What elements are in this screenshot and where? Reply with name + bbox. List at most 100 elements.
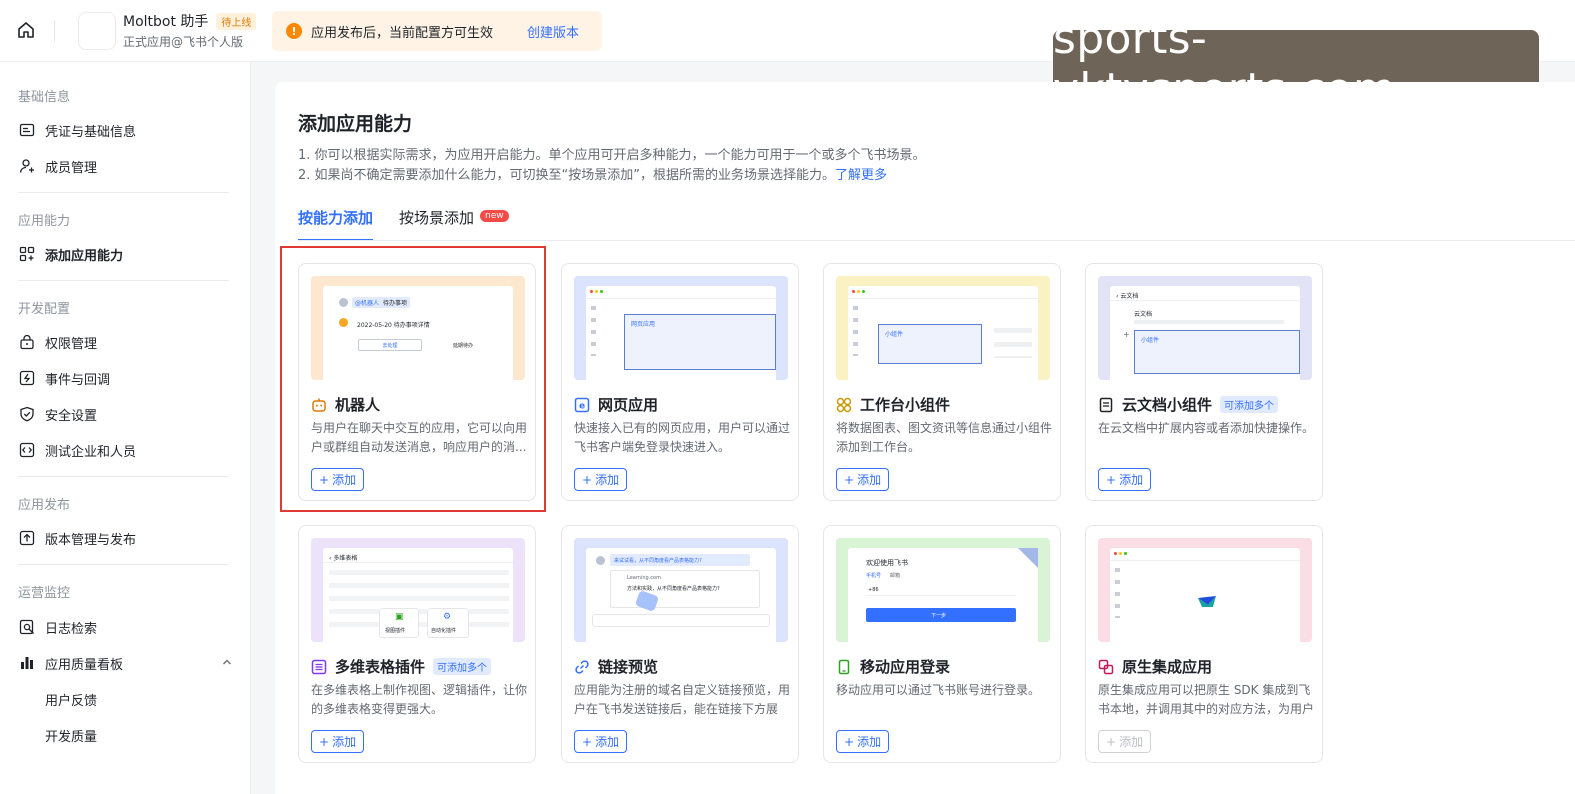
automation-plugin-tile: ⚙ 自动化插件 <box>427 608 469 638</box>
capability-card-workplace-widget[interactable]: 小组件 工作台小组件 将数据图表、图文资讯等信息通过小组件添加到工作台。 + 添加 <box>823 263 1061 501</box>
frame-label: 小组件 <box>1141 337 1160 344</box>
card-description: 将数据图表、图文资讯等信息通过小组件添加到工作台。 <box>836 421 1052 454</box>
app-subtitle: 正式应用@飞书个人版 <box>123 35 244 49</box>
tab-bar: 按能力添加 按场景添加 new <box>298 207 509 241</box>
preview-image: 来试试看，从不同角度看产品表格能力? Learning.com 方法和实践，从不… <box>574 538 788 642</box>
add-widget-button[interactable]: + 添加 <box>836 468 890 491</box>
section-title-release: 应用发布 <box>18 498 71 513</box>
side-icons <box>853 306 858 356</box>
message-text: 来试试看，从不同角度看产品表格能力? <box>614 558 702 564</box>
preview-window: 小组件 <box>848 286 1038 380</box>
sidebar-item-user-feedback[interactable]: 用户反馈 <box>45 687 260 711</box>
sidebar-item-label: 测试企业和人员 <box>45 444 137 460</box>
sidebar-item-label: 安全设置 <box>45 408 98 424</box>
next-button: 下一步 <box>866 608 1016 622</box>
create-version-link[interactable]: 创建版本 <box>527 22 579 41</box>
sidebar-item-security[interactable]: 安全设置 <box>18 402 233 426</box>
home-icon[interactable] <box>14 18 38 42</box>
description-line-1: 1. 你可以根据实际需求，为应用开启能力。单个应用可开启多种能力，一个能力可用于… <box>298 148 926 163</box>
mention-chip: @机器人 待办事项 <box>352 297 411 308</box>
sidebar-item-label: 应用质量看板 <box>45 657 124 673</box>
plus-icon: + <box>582 734 593 749</box>
card-title: 工作台小组件 <box>836 394 950 415</box>
frame-label: 小组件 <box>885 331 904 338</box>
lock-icon <box>18 333 36 351</box>
link-icon <box>574 659 590 675</box>
capability-card-link-preview[interactable]: 来试试看，从不同角度看产品表格能力? Learning.com 方法和实践，从不… <box>561 525 799 763</box>
card-description: 原生集成应用可以把原生 SDK 集成到飞书本地，并调用其中的对应方法，为用户提.… <box>1098 683 1314 716</box>
avatar <box>339 298 348 307</box>
code-icon <box>18 441 36 459</box>
widget-frame: 小组件 <box>878 324 982 364</box>
add-mobile-login-button[interactable]: + 添加 <box>836 730 890 753</box>
avatar <box>596 556 605 565</box>
add-label: 添加 <box>1119 735 1144 749</box>
app-title: Moltbot 助手 待上线 <box>123 11 257 31</box>
handle-button: 去处理 <box>358 339 422 351</box>
preview-window: 来试试看，从不同角度看产品表格能力? Learning.com 方法和实践，从不… <box>586 548 776 642</box>
sidebar-item-members[interactable]: 成员管理 <box>18 154 233 178</box>
card-title-text: 云文档小组件 <box>1122 396 1213 414</box>
card-description: 应用能为注册的域名自定义链接预览，用户在飞书发送链接后，能在链接下方展示... <box>574 683 790 716</box>
preview-graphic <box>634 590 660 612</box>
bitable-header: ‹ 多维表格 <box>329 555 358 562</box>
card-title: 多维表格插件 可添加多个 <box>311 656 492 677</box>
capability-card-web-app[interactable]: 网页应用 e 网页应用 快速接入已有的网页应用，用户可以通过飞书客户端免登录快速… <box>561 263 799 501</box>
sidebar-item-dev-quality[interactable]: 开发质量 <box>45 723 260 747</box>
defer-label: 延期待办 <box>453 343 474 349</box>
automation-icon: ⚙ <box>443 612 452 622</box>
learn-more-link[interactable]: 了解更多 <box>835 168 887 183</box>
view-plugin-icon: ▣ <box>395 612 404 622</box>
tab-by-capability[interactable]: 按能力添加 <box>298 207 374 241</box>
chevron-up-icon[interactable] <box>221 656 233 672</box>
divider <box>18 564 229 565</box>
preview-window: @机器人 待办事项 2022-05-20 待办事项详情 去处理 延期待办 <box>323 286 513 380</box>
capability-card-native-app[interactable]: 原生集成应用 原生集成应用可以把原生 SDK 集成到飞书本地，并调用其中的对应方… <box>1085 525 1323 763</box>
app-name: Moltbot 助手 <box>123 14 209 30</box>
warning-icon: ! <box>286 23 302 39</box>
task-label: 待办事项 <box>383 300 408 307</box>
add-native-app-button[interactable]: + 添加 <box>1098 730 1152 753</box>
sidebar-item-add-capability[interactable]: 添加应用能力 <box>18 242 233 266</box>
tab-by-scenario[interactable]: 按场景添加 new <box>399 207 509 241</box>
sidebar-item-credentials[interactable]: 凭证与基础信息 <box>18 118 233 142</box>
divider <box>18 476 229 477</box>
sidebar-item-permissions[interactable]: 权限管理 <box>18 330 233 354</box>
sidebar-item-logs[interactable]: 日志检索 <box>18 615 233 639</box>
add-label: 添加 <box>332 473 357 487</box>
section-title-ops: 运营监控 <box>18 586 71 601</box>
window-dots <box>852 290 865 293</box>
sidebar-item-label: 用户反馈 <box>45 693 98 709</box>
sidebar-item-test-tenants[interactable]: 测试企业和人员 <box>18 438 233 462</box>
add-doc-widget-button[interactable]: + 添加 <box>1098 468 1152 491</box>
add-bitable-plugin-button[interactable]: + 添加 <box>311 730 365 753</box>
table-rows <box>329 570 509 630</box>
preview-image: ‹ 云文档 云文档 + 小组件 <box>1098 276 1312 380</box>
add-robot-button[interactable]: + 添加 <box>311 468 365 491</box>
add-link-preview-button[interactable]: + 添加 <box>574 730 628 753</box>
sidebar-item-version[interactable]: 版本管理与发布 <box>18 526 233 550</box>
sidebar-item-events[interactable]: 事件与回调 <box>18 366 233 390</box>
card-title: 原生集成应用 <box>1098 656 1212 677</box>
card-description: 与用户在聊天中交互的应用，它可以向用户或群组自动发送消息，响应用户的消... <box>311 421 527 454</box>
add-label: 添加 <box>595 735 620 749</box>
plus-icon: + <box>582 472 593 487</box>
capability-card-mobile-login[interactable]: 欢迎使用飞书 手机号 邮箱 +86 下一步 移动应用登录 移动应用可以通过飞书账… <box>823 525 1061 763</box>
section-title-dev: 开发配置 <box>18 302 71 317</box>
view-plugin-tile: ▣ 视图插件 <box>379 608 419 638</box>
sidebar-item-quality-board[interactable]: 应用质量看板 <box>18 651 233 675</box>
add-label: 添加 <box>857 735 882 749</box>
mobile-login-icon <box>836 659 852 675</box>
capability-card-robot[interactable]: @机器人 待办事项 2022-05-20 待办事项详情 去处理 延期待办 机器人… <box>298 263 536 501</box>
placeholder-list <box>994 328 1032 358</box>
capability-card-doc-widget[interactable]: ‹ 云文档 云文档 + 小组件 云文档小组件 可添加多个 在云文档中扩展内容或者… <box>1085 263 1323 501</box>
add-web-app-button[interactable]: + 添加 <box>574 468 628 491</box>
message-input <box>592 614 770 627</box>
button-label: 去处理 <box>382 342 398 349</box>
capability-card-bitable-plugin[interactable]: ‹ 多维表格 ▣ 视图插件 ⚙ 自动化插件 多维表格插件 可添加多个 在多维表格… <box>298 525 536 763</box>
id-card-icon <box>18 121 36 139</box>
divider <box>586 298 776 299</box>
link-preview-card: Learning.com 方法和实践，从不同角度看产品表格能力? <box>610 570 760 612</box>
divider <box>18 280 229 281</box>
doc-label: 云文档 <box>1134 311 1153 318</box>
